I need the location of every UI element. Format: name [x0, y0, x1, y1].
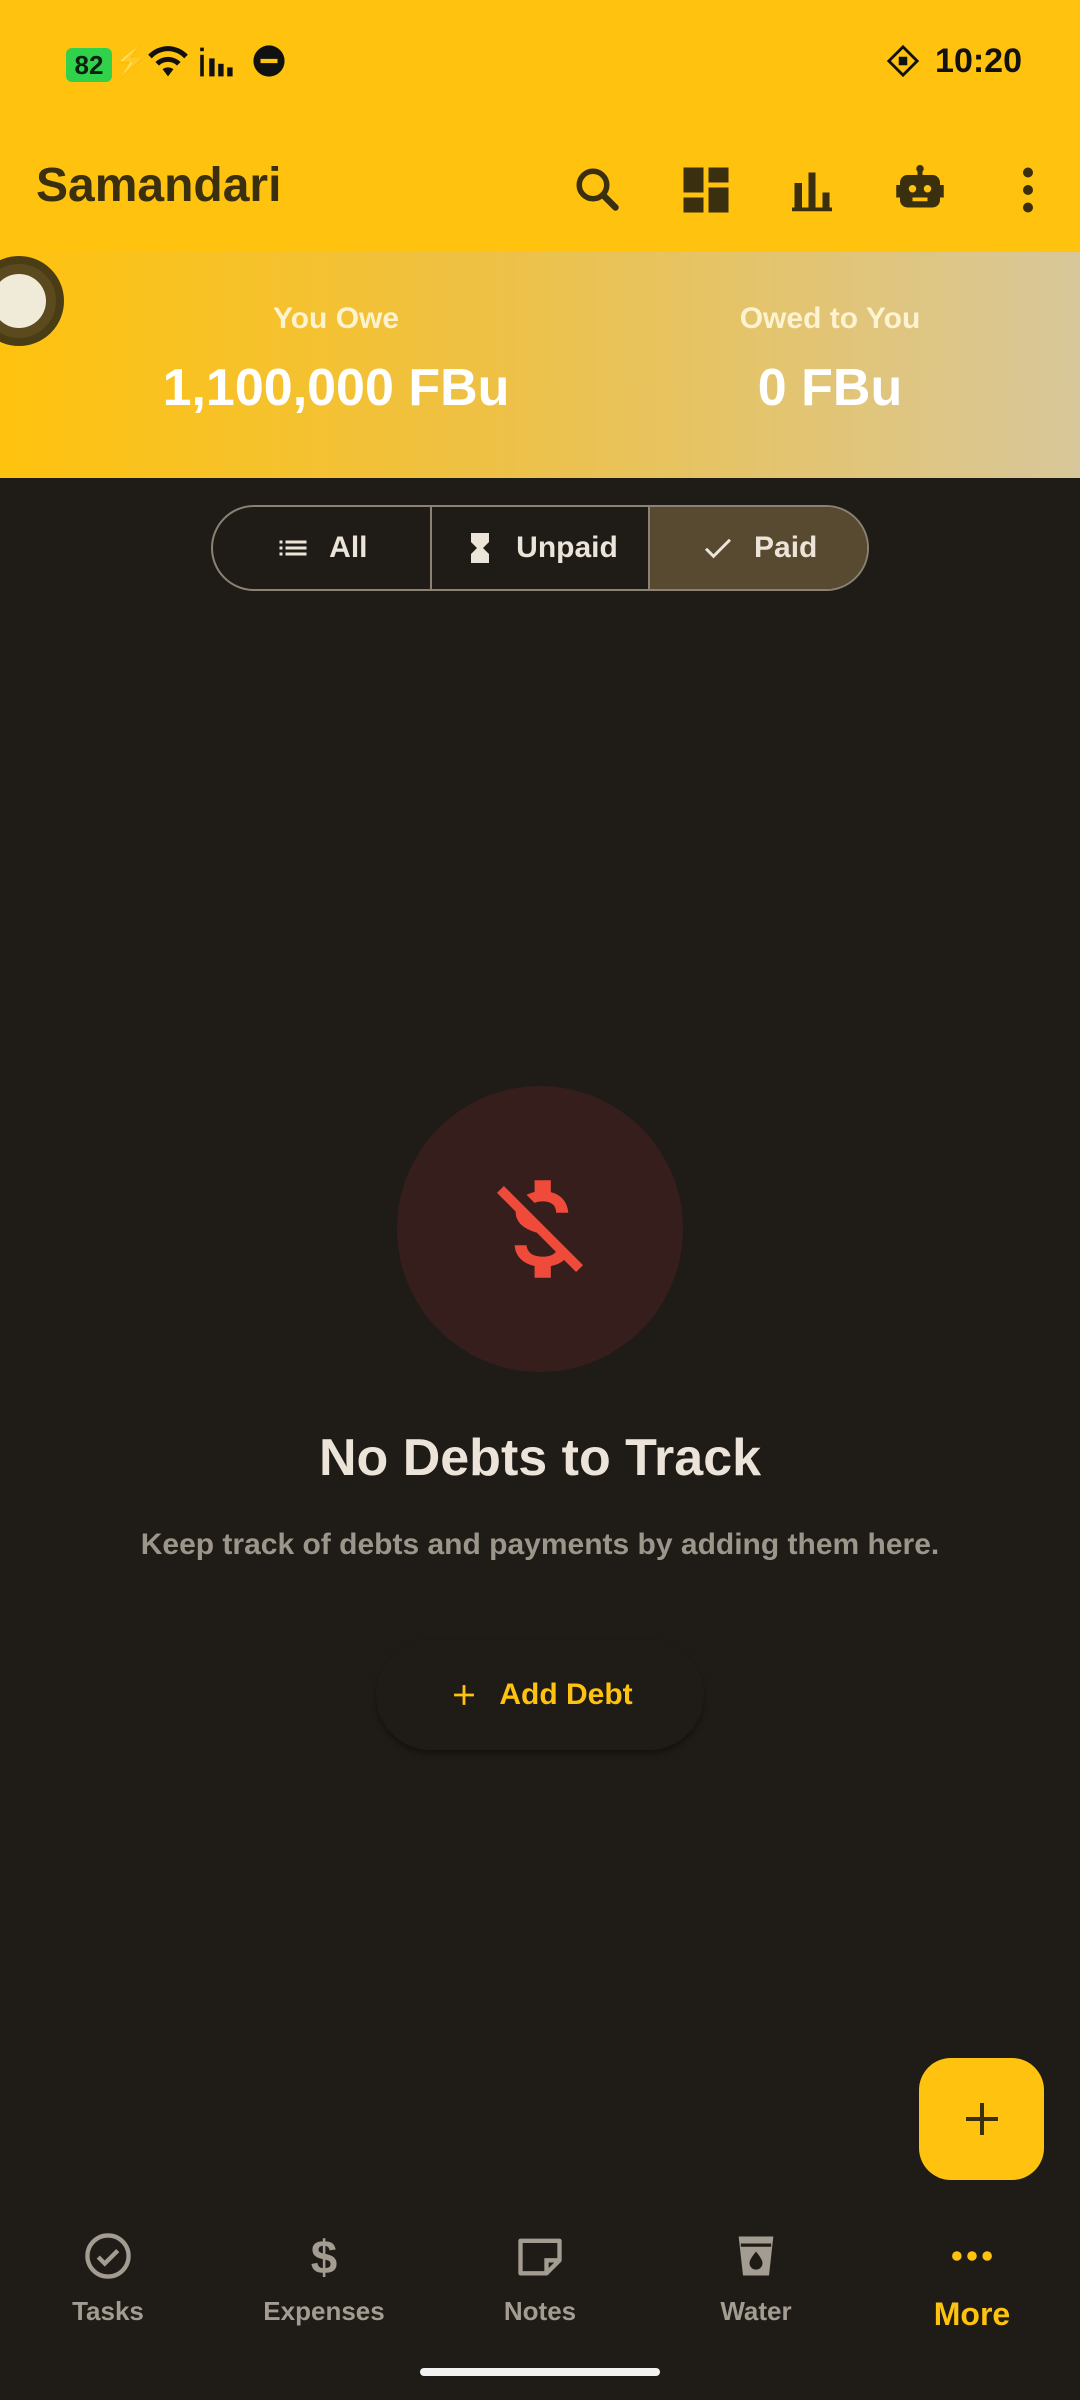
nav-more[interactable]: More — [864, 2230, 1080, 2333]
home-indicator[interactable] — [420, 2368, 660, 2376]
robot-icon — [896, 165, 944, 208]
dollar-icon: $ — [311, 2231, 338, 2282]
list-icon — [279, 540, 307, 556]
add-debt-label: Add Debt — [499, 1678, 633, 1711]
wifi-icon — [148, 46, 188, 77]
dashboard-icon — [683, 167, 729, 213]
app-bar: Samandari — [0, 130, 1080, 252]
money-off-icon — [496, 1180, 584, 1278]
statistics-button[interactable] — [782, 160, 842, 220]
svg-text:$: $ — [311, 2231, 338, 2282]
nav-water-label: Water — [720, 2296, 792, 2326]
nav-tasks[interactable]: Tasks — [0, 2230, 216, 2327]
nav-expenses-label: Expenses — [263, 2296, 385, 2326]
empty-state-subtitle: Keep track of debts and payments by addi… — [140, 1528, 940, 1561]
nav-more-label: More — [933, 2296, 1011, 2332]
water-glass-icon — [738, 2236, 774, 2276]
debt-filter: All Unpaid Paid — [211, 505, 869, 591]
you-owe-section: You Owe 1,100,000 FBu — [66, 302, 606, 418]
plus-icon — [965, 2103, 998, 2135]
filter-unpaid-label: Unpaid — [516, 531, 618, 564]
filter-unpaid[interactable]: Unpaid — [432, 507, 651, 589]
check-circle-icon — [85, 2233, 131, 2279]
overflow-menu-button[interactable] — [998, 160, 1058, 220]
more-vert-icon — [1023, 167, 1033, 213]
nav-notes-label: Notes — [503, 2296, 577, 2326]
dashboard-button[interactable] — [676, 160, 736, 220]
search-icon — [576, 168, 619, 211]
app-title: Samandari — [36, 159, 282, 212]
plus-icon — [454, 1685, 475, 1705]
owed-to-you-section: Owed to You 0 FBu — [560, 302, 1080, 418]
search-button[interactable] — [568, 160, 628, 220]
empty-state-illustration — [397, 1086, 683, 1372]
filter-all[interactable]: All — [213, 507, 432, 589]
battery-indicator: 82 — [66, 48, 112, 82]
floating-avatar[interactable] — [0, 256, 64, 346]
status-bar: 82 ⚡ 10:20 — [0, 0, 1080, 130]
note-icon — [518, 2238, 562, 2276]
nav-water[interactable]: Water — [648, 2230, 864, 2327]
check-icon — [704, 538, 732, 559]
hourglass-icon — [471, 533, 490, 563]
add-debt-button[interactable]: Add Debt — [376, 1640, 704, 1750]
nav-tasks-label: Tasks — [72, 2296, 144, 2326]
charging-icon: ⚡ — [112, 45, 150, 78]
status-time: 10:20 — [935, 42, 1022, 80]
assistant-button[interactable] — [890, 160, 950, 220]
filter-paid-label: Paid — [754, 531, 818, 564]
signal-icon — [200, 47, 233, 77]
owed-to-you-value: 0 FBu — [757, 359, 903, 417]
you-owe-value: 1,100,000 FBu — [162, 359, 510, 417]
filter-all-label: All — [329, 531, 368, 564]
more-horiz-icon — [952, 2251, 992, 2261]
debt-summary: You Owe 1,100,000 FBu Owed to You 0 FBu — [0, 252, 1080, 478]
nav-notes[interactable]: Notes — [432, 2230, 648, 2327]
empty-state-title: No Debts to Track — [318, 1429, 762, 1487]
you-owe-label: You Owe — [272, 302, 400, 335]
nav-expenses[interactable]: $ Expenses — [216, 2230, 432, 2327]
add-fab[interactable] — [919, 2058, 1044, 2180]
filter-paid[interactable]: Paid — [650, 507, 867, 589]
do-not-disturb-icon — [253, 45, 285, 77]
owed-to-you-label: Owed to You — [739, 302, 921, 335]
network-diamond-icon — [886, 44, 920, 78]
bar-chart-icon — [792, 172, 832, 212]
